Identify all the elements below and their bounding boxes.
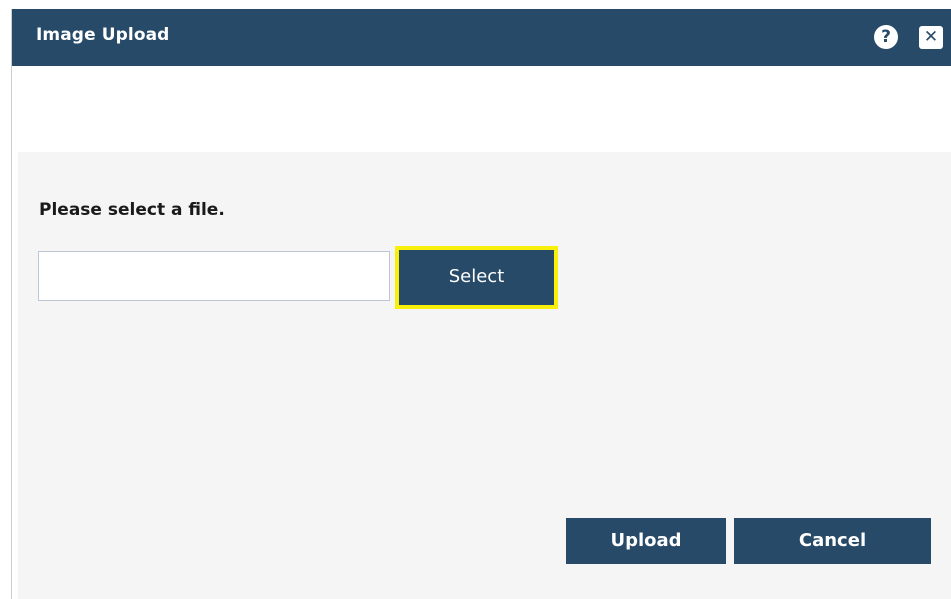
upload-button[interactable]: Upload <box>566 518 726 564</box>
upload-content-panel: Please select a file. Select Upload Canc… <box>18 152 951 599</box>
dialog-title: Image Upload <box>36 25 170 45</box>
dialog-titlebar: Image Upload ? ✕ <box>12 9 951 66</box>
select-file-button[interactable]: Select <box>395 246 558 309</box>
close-icon[interactable]: ✕ <box>919 26 943 49</box>
cancel-button[interactable]: Cancel <box>734 518 931 564</box>
file-path-input[interactable] <box>38 251 390 301</box>
select-file-prompt: Please select a file. <box>39 200 225 220</box>
help-icon[interactable]: ? <box>874 25 898 49</box>
image-upload-dialog: Image Upload ? ✕ Please select a file. S… <box>11 9 951 599</box>
